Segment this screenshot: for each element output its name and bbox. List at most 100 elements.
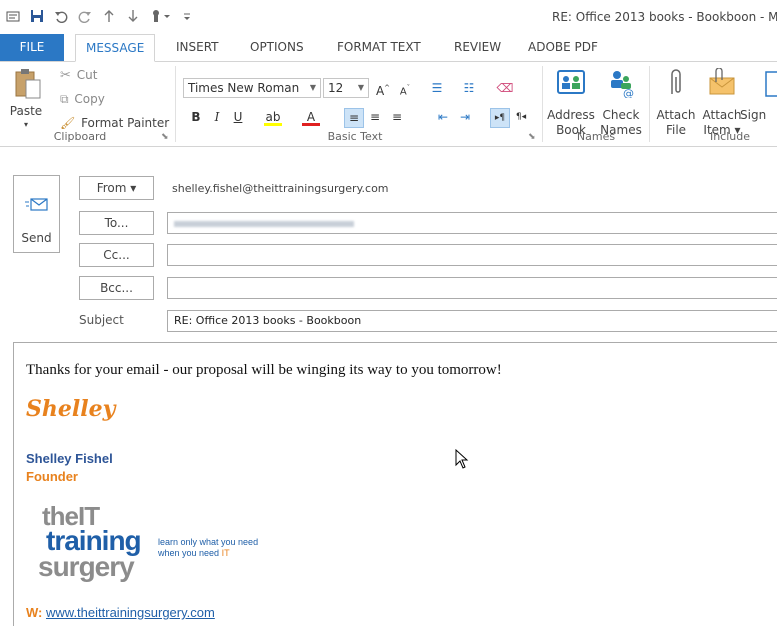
clear-formatting-icon[interactable]: ⌫ — [496, 79, 514, 97]
message-body[interactable]: Thanks for your email - our proposal wil… — [13, 342, 777, 626]
tab-file[interactable]: FILE — [0, 34, 64, 61]
to-button[interactable]: To... — [79, 211, 154, 235]
ribbon-separator — [542, 66, 543, 142]
scissors-icon: ✂ — [60, 68, 71, 83]
chevron-down-icon: ▼ — [309, 83, 317, 92]
undo-icon[interactable] — [54, 9, 68, 23]
logo-tagline-1: learn only what you need — [158, 537, 259, 547]
company-logo: theIT training surgery learn only what y… — [38, 503, 298, 587]
subject-label: Subject — [79, 313, 124, 327]
customize-qat-icon[interactable] — [182, 9, 192, 23]
check-names-button[interactable]: @ Check Names — [598, 66, 644, 137]
names-group-label: Names — [576, 130, 616, 143]
send-icon — [25, 198, 48, 211]
title-bar: RE: Office 2013 books - Bookboon - Me — [0, 0, 777, 34]
attach-file-label-1: Attach — [656, 108, 696, 122]
redacted-recipient — [174, 221, 354, 227]
attach-item-label-1: Attach — [702, 108, 742, 122]
address-book-icon — [557, 70, 585, 94]
send-label: Send — [21, 231, 52, 245]
message-text: Thanks for your email - our proposal wil… — [26, 362, 502, 378]
save-icon[interactable] — [30, 9, 44, 23]
dialog-launcher-icon[interactable]: ⬊ — [161, 132, 169, 142]
font-name-value: Times New Roman — [188, 81, 300, 95]
italic-button[interactable]: I — [208, 108, 226, 126]
logo-tagline-2b: IT — [221, 548, 230, 558]
address-book-label-1: Address — [547, 108, 595, 122]
attach-item-button[interactable]: Attach Item ▾ — [700, 66, 744, 137]
address-book-button[interactable]: Address Book — [547, 66, 595, 137]
ltr-icon[interactable]: ▸¶ — [490, 108, 510, 128]
paste-button[interactable]: Paste ▾ — [4, 66, 48, 129]
tab-message[interactable]: MESSAGE — [75, 34, 156, 62]
increase-indent-icon[interactable]: ⇥ — [456, 108, 474, 126]
copy-icon: ⧉ — [60, 92, 69, 106]
ribbon-separator — [649, 66, 650, 142]
website-link[interactable]: www.theittrainingsurgery.com — [46, 605, 215, 620]
ribbon: Paste ▾ ✂ Cut ⧉ Copy 🖌 Format Painter Cl… — [0, 62, 777, 147]
arrow-down-icon[interactable] — [126, 9, 140, 23]
clipboard-group-label: Clipboard — [53, 130, 107, 143]
cut-button[interactable]: ✂ Cut — [60, 68, 97, 86]
attach-file-button[interactable]: Attach File — [654, 66, 698, 137]
send-button[interactable]: Send — [13, 175, 60, 253]
signature-script: Shelley — [26, 396, 116, 422]
font-name-combo[interactable]: Times New Roman ▼ — [183, 78, 321, 98]
align-center-icon[interactable]: ≡ — [366, 108, 384, 126]
shrink-font-icon[interactable]: Aˇ — [396, 79, 414, 97]
cc-button[interactable]: Cc... — [79, 243, 154, 267]
tab-insert[interactable]: INSERT — [166, 34, 229, 61]
bcc-field[interactable] — [167, 277, 777, 299]
font-size-value: 12 — [328, 81, 344, 95]
tab-adobe-pdf[interactable]: ADOBE PDF — [518, 34, 608, 61]
check-names-icon: @ — [611, 71, 634, 98]
logo-tagline-2: when you need IT — [158, 548, 230, 558]
web-label: W: — [26, 605, 43, 620]
redo-icon[interactable] — [78, 9, 92, 23]
to-field[interactable] — [167, 212, 777, 234]
logo-line-3: surgery — [38, 551, 135, 582]
check-names-label-1: Check — [602, 108, 640, 122]
align-right-icon[interactable]: ≡ — [388, 108, 406, 126]
basic-text-group-label: Basic Text — [327, 130, 383, 143]
subject-field[interactable]: RE: Office 2013 books - Bookboon — [167, 310, 777, 332]
numbering-icon[interactable]: ☷ — [460, 79, 478, 97]
paperclip-icon — [671, 69, 681, 94]
copy-button[interactable]: ⧉ Copy — [60, 92, 105, 110]
decrease-indent-icon[interactable]: ⇤ — [434, 108, 452, 126]
message-icon — [6, 11, 20, 22]
signature-label: Sign — [740, 108, 767, 122]
arrow-up-icon[interactable] — [102, 9, 116, 23]
paste-icon — [15, 69, 41, 99]
bcc-button[interactable]: Bcc... — [79, 276, 154, 300]
mouse-cursor-icon — [455, 449, 469, 469]
quick-access-toolbar — [6, 9, 192, 23]
touch-mode-icon[interactable] — [150, 9, 172, 23]
window-title: RE: Office 2013 books - Bookboon - Me — [552, 10, 777, 24]
highlight-icon[interactable]: ab — [264, 108, 282, 126]
cut-label: Cut — [76, 68, 98, 82]
underline-button[interactable]: U — [229, 108, 247, 126]
rtl-icon[interactable]: ¶◂ — [512, 108, 530, 126]
dialog-launcher-icon[interactable]: ⬊ — [528, 132, 536, 142]
bullets-icon[interactable]: ☰ — [428, 79, 446, 97]
tab-format-text[interactable]: FORMAT TEXT — [327, 34, 431, 61]
logo-tagline-2a: when you need — [158, 548, 222, 558]
tab-options[interactable]: OPTIONS — [240, 34, 314, 61]
signature-button[interactable]: Sign — [740, 66, 777, 130]
from-value: shelley.fishel@theittrainingsurgery.com — [172, 182, 389, 195]
grow-font-icon[interactable]: A^ — [374, 79, 392, 98]
ribbon-tabs: FILE MESSAGE INSERT OPTIONS FORMAT TEXT … — [0, 34, 777, 62]
bold-button[interactable]: B — [187, 108, 205, 126]
paste-label: Paste — [9, 104, 43, 118]
tab-review[interactable]: REVIEW — [444, 34, 511, 61]
signature-role: Founder — [26, 469, 78, 484]
signature-name: Shelley Fishel — [26, 451, 113, 466]
font-size-combo[interactable]: 12 ▼ — [323, 78, 369, 98]
cc-field[interactable] — [167, 244, 777, 266]
font-color-icon[interactable]: A — [302, 108, 320, 126]
svg-text:@: @ — [623, 87, 634, 98]
from-button[interactable]: From ▾ — [79, 176, 154, 200]
align-left-icon[interactable]: ≡ — [344, 108, 364, 128]
chevron-down-icon: ▼ — [357, 83, 365, 92]
